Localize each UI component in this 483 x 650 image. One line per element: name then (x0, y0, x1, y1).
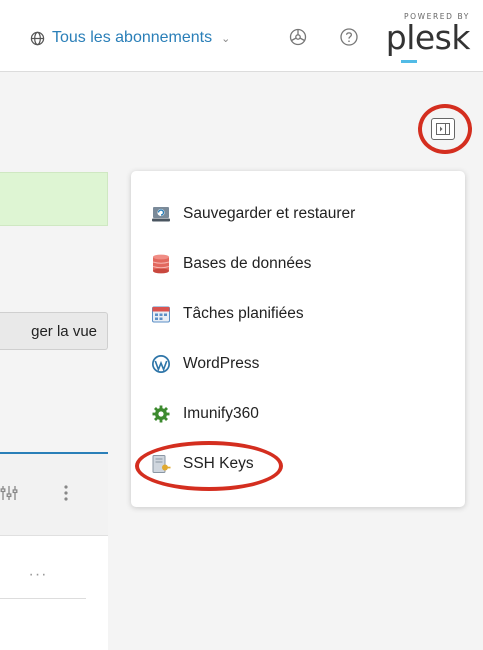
menu-item-label: Imunify360 (183, 405, 259, 422)
subscriptions-label: Tous les abonnements (52, 29, 213, 46)
menu-item-wordpress[interactable]: WordPress (151, 349, 451, 379)
subscriptions-switcher[interactable]: Tous les abonnements ⌄ (30, 27, 230, 49)
table-toolbar (0, 454, 108, 536)
panel-toggle-icon (436, 123, 450, 135)
menu-item-imunify360[interactable]: Imunify360 (151, 399, 451, 429)
menu-item-label: WordPress (183, 355, 260, 372)
brand-name: plesk (385, 18, 471, 57)
gear-icon (151, 404, 171, 424)
help-icon[interactable] (338, 26, 360, 48)
success-banner (0, 172, 108, 226)
more-services-menu: Sauvegarder et restaurer Bases de donnée… (131, 171, 465, 507)
top-header: Tous les abonnements ⌄ POWERED BY plesk (0, 0, 483, 72)
chevron-down-icon: ⌄ (221, 32, 231, 45)
backup-icon (151, 204, 171, 224)
menu-item-ssh-keys[interactable]: SSH Keys (151, 449, 451, 479)
database-icon (151, 254, 171, 274)
plesk-logo: POWERED BY plesk (382, 12, 471, 63)
menu-item-label: Sauvegarder et restaurer (183, 205, 356, 222)
menu-item-label: Tâches planifiées (183, 305, 304, 322)
page: Tous les abonnements ⌄ POWERED BY plesk (0, 0, 483, 650)
brand-underline (401, 60, 417, 63)
menu-item-scheduled-tasks[interactable]: Tâches planifiées (151, 299, 451, 329)
change-view-button[interactable]: ger la vue (0, 312, 108, 350)
row-divider (0, 598, 86, 599)
cloudflare-icon[interactable] (287, 26, 309, 48)
menu-item-label: Bases de données (183, 255, 312, 272)
change-view-label: ger la vue (31, 322, 97, 340)
menu-item-label: SSH Keys (183, 455, 254, 472)
calendar-icon (151, 304, 171, 324)
menu-item-databases[interactable]: Bases de données (151, 249, 451, 279)
more-vertical-icon[interactable] (63, 484, 69, 502)
row-more-button[interactable]: ··· (18, 566, 58, 584)
table-panel: ··· (0, 452, 108, 650)
column-settings-icon[interactable] (0, 484, 18, 502)
sidebar-toggle-button[interactable] (431, 118, 455, 140)
ssh-key-icon (151, 454, 171, 474)
wordpress-icon (151, 354, 171, 374)
menu-item-backup[interactable]: Sauvegarder et restaurer (151, 199, 451, 229)
globe-icon (30, 31, 45, 46)
